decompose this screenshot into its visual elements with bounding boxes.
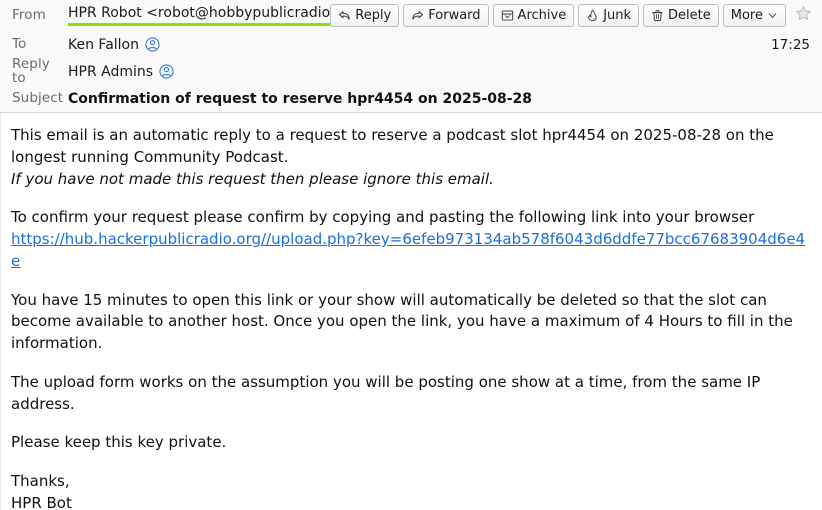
from-label: From (12, 6, 46, 23)
body-disclaimer-text: If you have not made this request then p… (11, 169, 494, 188)
body-intro-text: This email is an automatic reply to a re… (11, 126, 774, 166)
reply-button-label: Reply (355, 8, 392, 23)
reply-button[interactable]: Reply (330, 4, 400, 27)
archive-box-icon (501, 9, 514, 22)
body-paragraph-key-private: Please keep this key private. (11, 433, 227, 452)
body-paragraph-upload-form: The upload form works on the assumption … (11, 372, 761, 413)
body-paragraph-intro: This email is an automatic reply to a re… (11, 125, 808, 190)
email-message-view: From HPR Robot <robot@hobbypublicradio.c… (0, 0, 822, 510)
archive-button[interactable]: Archive (492, 4, 575, 27)
archive-button-label: Archive (517, 8, 567, 23)
contact-avatar-icon[interactable] (159, 64, 174, 79)
more-button[interactable]: More (722, 4, 786, 27)
header-row-from: From HPR Robot <robot@hobbypublicradio.c… (0, 0, 822, 31)
message-toolbar: Reply Forward Archive Junk Delete More (330, 4, 816, 27)
body-paragraph-timing: You have 15 minutes to open this link or… (11, 290, 793, 353)
from-value-group: HPR Robot <robot@hobbypublicradio.com> (68, 5, 331, 26)
junk-button-label: Junk (603, 8, 632, 23)
delete-button-label: Delete (668, 8, 711, 23)
header-row-reply-to: Reply to HPR Admins (0, 56, 822, 86)
forward-button-label: Forward (428, 8, 481, 23)
reply-to-recipient[interactable]: HPR Admins (68, 64, 153, 80)
reply-arrow-icon (338, 9, 351, 22)
more-button-label: More (730, 8, 763, 23)
header-row-subject: Subject Confirmation of request to reser… (0, 85, 822, 112)
delete-button[interactable]: Delete (643, 4, 719, 27)
to-value-group: Ken Fallon (68, 37, 771, 53)
to-recipient[interactable]: Ken Fallon (68, 37, 139, 53)
body-confirm-text: To confirm your request please confirm b… (11, 208, 755, 227)
reply-to-value-group: HPR Admins (68, 64, 816, 80)
message-body: This email is an automatic reply to a re… (0, 113, 822, 510)
message-time: 17:25 (771, 36, 810, 53)
junk-button[interactable]: Junk (578, 4, 640, 27)
star-button[interactable] (792, 5, 814, 27)
header-row-to: To Ken Fallon 17:25 (0, 31, 822, 58)
body-signature-block: Thanks, HPR Bot (11, 471, 808, 510)
message-header: From HPR Robot <robot@hobbypublicradio.c… (0, 0, 822, 113)
signature-text: HPR Bot (11, 493, 72, 510)
flame-icon (586, 9, 599, 22)
reply-to-label: Reply to (12, 56, 50, 86)
to-label: To (12, 35, 27, 52)
star-icon (795, 5, 812, 26)
subject-label: Subject (12, 89, 64, 106)
from-address[interactable]: HPR Robot <robot@hobbypublicradio.com> (68, 5, 331, 26)
sign-off-text: Thanks, (11, 472, 70, 490)
forward-arrow-icon (411, 9, 424, 22)
subject-value-group: Confirmation of request to reserve hpr44… (68, 91, 816, 107)
trash-icon (651, 9, 664, 22)
subject-text: Confirmation of request to reserve hpr44… (68, 90, 533, 107)
body-paragraph-confirm: To confirm your request please confirm b… (11, 207, 808, 272)
contact-avatar-icon[interactable] (145, 37, 160, 52)
chevron-down-icon (767, 10, 778, 21)
confirmation-link[interactable]: https://hub.hackerpublicradio.org//uploa… (11, 230, 805, 270)
forward-button[interactable]: Forward (403, 4, 489, 27)
